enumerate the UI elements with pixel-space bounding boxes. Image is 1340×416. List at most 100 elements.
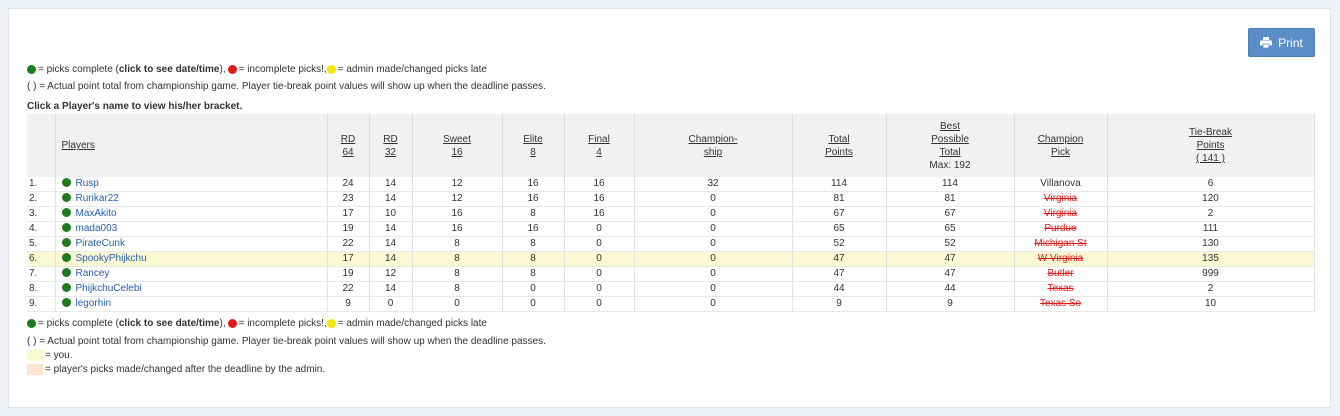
elite8-cell: 16 — [501, 191, 565, 207]
sweet16-header[interactable]: Sweet 16 — [411, 114, 503, 177]
championship-cell: 0 — [633, 296, 793, 312]
sweet16-cell: 12 — [411, 177, 503, 192]
sweet16-cell: 8 — [411, 281, 503, 297]
tiebreak-cell: 130 — [1106, 236, 1315, 252]
rd64-cell: 17 — [326, 251, 370, 267]
champion-pick-cell: Butler — [1013, 266, 1108, 282]
rd32-cell: 14 — [368, 221, 413, 237]
table-row: 4. mada003 19 14 16 16 0 0 65 65 Purdue 111 — [27, 221, 1315, 237]
player-cell: PirateCunk — [54, 236, 328, 252]
rd64-cell: 23 — [326, 191, 370, 207]
complete-dot-icon[interactable] — [61, 298, 71, 307]
total-points-cell: 81 — [791, 191, 887, 207]
best-possible-cell: 52 — [885, 236, 1015, 252]
champion-pick-text: Butler — [1047, 268, 1074, 279]
championship-cell: 0 — [633, 266, 793, 282]
player-cell: legorhin — [54, 296, 328, 312]
table-row: 2. Rurikar22 23 14 12 16 16 0 81 81 Virginia 120 — [27, 191, 1315, 207]
instruction-text: Click a Player's name to view his/her br… — [27, 101, 243, 112]
total-points-cell: 114 — [791, 177, 887, 192]
final4-cell: 0 — [563, 221, 635, 237]
complete-dot-icon[interactable] — [61, 238, 71, 247]
final4-cell: 16 — [563, 206, 635, 222]
rd64-cell: 17 — [326, 206, 370, 222]
printer-icon — [1260, 37, 1273, 48]
rank-cell: 9. — [27, 296, 56, 312]
best-possible-cell: 47 — [885, 251, 1015, 267]
elite8-cell: 8 — [501, 236, 565, 252]
championship-cell: 32 — [633, 177, 793, 192]
total-points-cell: 67 — [791, 206, 887, 222]
complete-dot-icon[interactable] — [61, 208, 71, 217]
player-cell: Rurikar22 — [54, 191, 328, 207]
complete-dot-icon[interactable] — [61, 253, 71, 262]
player-name-link[interactable]: Rancey — [76, 268, 110, 279]
complete-dot-icon[interactable] — [61, 283, 71, 292]
tiebreak-cell: 10 — [1106, 296, 1315, 312]
click-datetime-hint: click to see date/time — [118, 64, 220, 75]
complete-dot-icon[interactable] — [61, 223, 71, 232]
championship-cell: 0 — [633, 281, 793, 297]
best-possible-cell: 44 — [885, 281, 1015, 297]
elite8-cell: 0 — [501, 296, 565, 312]
championship-header[interactable]: Champion-ship — [633, 114, 793, 177]
champion-pick-cell: Virginia — [1013, 206, 1108, 222]
complete-dot-icon[interactable] — [61, 193, 71, 202]
best-possible-cell: 67 — [885, 206, 1015, 222]
player-name-link[interactable]: Rurikar22 — [76, 193, 119, 204]
best-possible-header[interactable]: Best Possible Total Max: 192 — [885, 114, 1015, 177]
complete-dot-icon[interactable] — [61, 178, 71, 187]
rd32-cell: 14 — [368, 177, 413, 192]
tiebreak-header[interactable]: Tie-Break Points( 141 ) — [1106, 114, 1315, 177]
rd64-header[interactable]: RD 64 — [326, 114, 370, 177]
champion-pick-text: Michigan St — [1034, 238, 1087, 249]
rd64-cell: 24 — [326, 177, 370, 192]
table-row: 5. PirateCunk 22 14 8 8 0 0 52 52 Michigan St 130 — [27, 236, 1315, 252]
incomplete-dot-icon — [227, 65, 237, 74]
rd32-cell: 14 — [368, 251, 413, 267]
championship-cell: 0 — [633, 206, 793, 222]
sweet16-cell: 8 — [411, 266, 503, 282]
rank-cell: 7. — [27, 266, 56, 282]
player-name-link[interactable]: SpookyPhijkchu — [76, 253, 147, 264]
table-row: 6. SpookyPhijkchu 17 14 8 8 0 0 47 47 W Virginia 13… — [27, 251, 1315, 267]
paren-note-top: ( ) = Actual point total from championsh… — [27, 81, 546, 92]
final4-cell: 0 — [563, 296, 635, 312]
player-name-link[interactable]: PirateCunk — [76, 238, 125, 249]
elite8-cell: 16 — [501, 177, 565, 192]
table-row: 8. PhijkchuCelebi 22 14 8 0 0 0 44 44 Texas 2 — [27, 281, 1315, 297]
paren-note-bottom: ( ) = Actual point total from championsh… — [27, 336, 546, 347]
complete-dot-icon[interactable] — [61, 268, 71, 277]
sweet16-cell: 16 — [411, 206, 503, 222]
elite8-header[interactable]: Elite 8 — [501, 114, 565, 177]
best-possible-cell: 65 — [885, 221, 1015, 237]
final4-cell: 16 — [563, 191, 635, 207]
player-name-link[interactable]: PhijkchuCelebi — [76, 283, 142, 294]
players-header[interactable]: Players — [54, 114, 328, 177]
rank-cell: 5. — [27, 236, 56, 252]
you-legend: = you. — [27, 350, 73, 361]
final4-header[interactable]: Final 4 — [563, 114, 635, 177]
standings-card: Print = picks complete ( click to see da… — [8, 8, 1331, 408]
champion-pick-header[interactable]: Champion Pick — [1013, 114, 1108, 177]
rd32-header[interactable]: RD 32 — [368, 114, 413, 177]
rd64-cell: 22 — [326, 281, 370, 297]
sweet16-cell: 0 — [411, 296, 503, 312]
total-points-header[interactable]: Total Points — [791, 114, 887, 177]
player-name-link[interactable]: Rusp — [76, 178, 99, 189]
rd32-cell: 12 — [368, 266, 413, 282]
elite8-cell: 8 — [501, 251, 565, 267]
player-name-link[interactable]: mada003 — [76, 223, 118, 234]
player-cell: Rusp — [54, 177, 328, 192]
total-points-cell: 47 — [791, 266, 887, 282]
player-name-link[interactable]: legorhin — [76, 298, 112, 309]
player-name-link[interactable]: MaxAkito — [76, 208, 117, 219]
tiebreak-cell: 2 — [1106, 206, 1315, 222]
champion-pick-text: Villanova — [1040, 178, 1081, 189]
table-row: 1. Rusp 24 14 12 16 16 32 114 114 Villanova 6 — [27, 177, 1315, 192]
rank-cell: 8. — [27, 281, 56, 297]
champion-pick-cell: Virginia — [1013, 191, 1108, 207]
rank-cell: 1. — [27, 177, 56, 192]
sweet16-cell: 8 — [411, 251, 503, 267]
print-button[interactable]: Print — [1248, 28, 1315, 57]
